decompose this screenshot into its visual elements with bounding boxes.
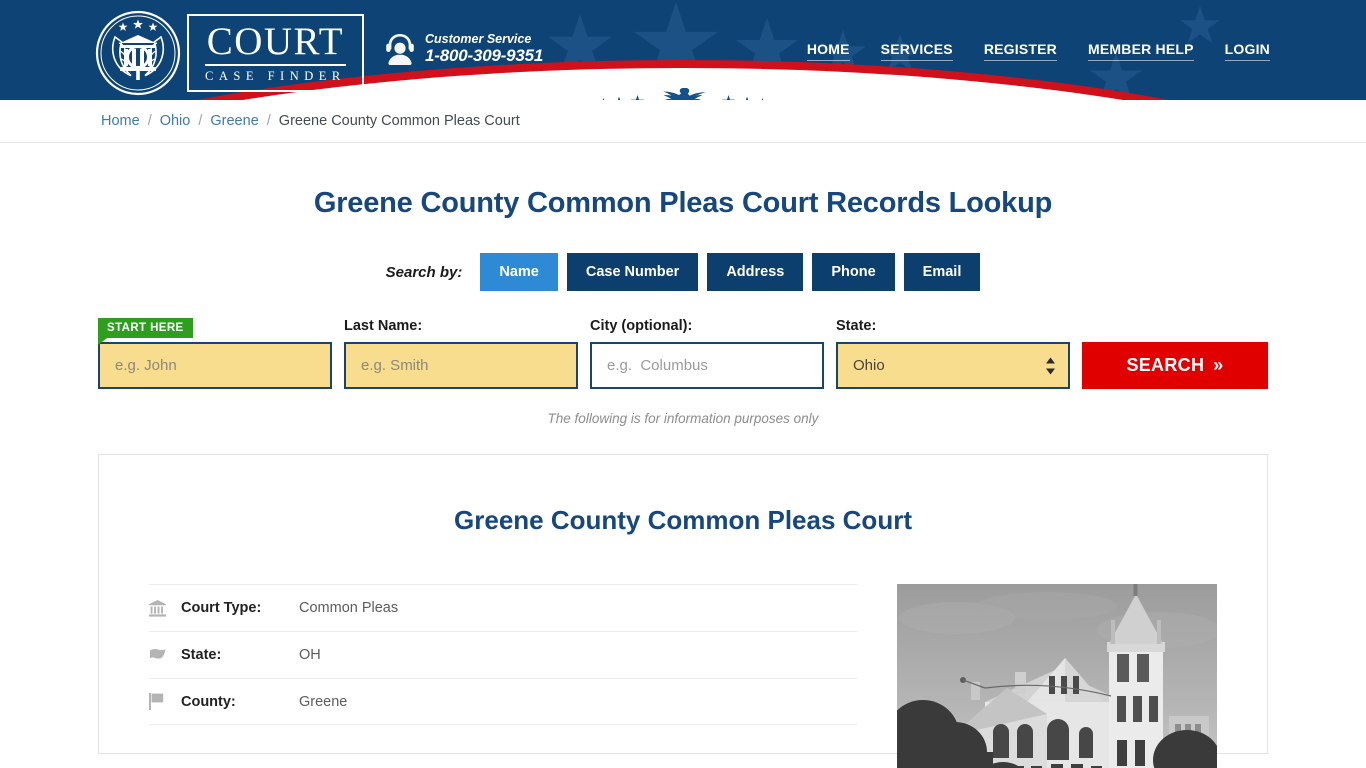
last-name-input[interactable]: [344, 342, 578, 389]
start-here-badge: START HERE: [98, 318, 193, 345]
table-row: State: OH: [149, 631, 857, 678]
tab-case-number[interactable]: Case Number: [566, 253, 699, 291]
bank-icon: [149, 599, 181, 617]
court-card-title: Greene County Common Pleas Court: [454, 505, 912, 535]
court-info-card: Greene County Common Pleas Court Court T…: [98, 454, 1268, 768]
search-form: START HERE First Name: Last Name: City (…: [0, 318, 1366, 389]
search-by-row: Search by: Name Case Number Address Phon…: [0, 253, 1366, 291]
table-row: Court Type: Common Pleas: [149, 584, 857, 631]
state-select[interactable]: Ohio: [836, 342, 1070, 389]
court-card-body: Court Type: Common Pleas State: OH Count…: [149, 584, 1217, 768]
search-button-label: SEARCH: [1126, 355, 1205, 375]
state-label: State:: [836, 318, 877, 334]
search-fields-row: First Name: Last Name: City (optional): …: [98, 318, 1268, 389]
nav-item-home[interactable]: HOME: [806, 41, 850, 61]
search-type-tabs: Name Case Number Address Phone Email: [480, 253, 981, 291]
county-value: Greene: [299, 693, 348, 710]
tab-email[interactable]: Email: [903, 253, 981, 291]
breadcrumb: Home / Ohio / Greene / Greene County Com…: [101, 113, 520, 129]
site-header: COURT CASE FINDER Customer Service 1-800…: [0, 0, 1366, 100]
state-detail-label: State:: [181, 647, 222, 663]
page-title: Greene County Common Pleas Court Records…: [313, 187, 1053, 219]
nav-item-services[interactable]: SERVICES: [880, 41, 953, 61]
flag-icon: [149, 693, 181, 710]
customer-service-block[interactable]: Customer Service 1-800-309-9351: [384, 32, 543, 66]
county-label: County:: [181, 693, 236, 710]
site-logo[interactable]: COURT CASE FINDER: [95, 10, 364, 96]
logo-subtitle: CASE FINDER: [205, 69, 346, 84]
breadcrumb-item-current: Greene County Common Pleas Court: [278, 113, 520, 129]
city-input[interactable]: [590, 342, 824, 389]
state-detail-value: OH: [299, 647, 321, 663]
city-label: City (optional):: [590, 318, 693, 334]
page-content: Greene County Common Pleas Court Records…: [0, 143, 1366, 768]
city-field-group: City (optional):: [590, 318, 824, 389]
tab-name[interactable]: Name: [480, 253, 558, 291]
logo-wordmark: COURT CASE FINDER: [187, 14, 364, 92]
breadcrumb-separator: /: [198, 113, 203, 129]
tab-phone[interactable]: Phone: [812, 253, 895, 291]
breadcrumb-item-ohio[interactable]: Ohio: [160, 113, 191, 129]
court-detail-table: Court Type: Common Pleas State: OH Count…: [149, 584, 857, 768]
customer-service-label: Customer Service: [425, 32, 532, 47]
logo-title: COURT: [205, 22, 346, 67]
main-navigation: HOME SERVICES REGISTER MEMBER HELP LOGIN: [806, 41, 1270, 61]
eagle-emblem-icon: [651, 86, 715, 100]
search-by-label: Search by:: [385, 263, 463, 281]
last-name-label: Last Name:: [344, 318, 423, 334]
courthouse-photo: [897, 584, 1217, 768]
court-seal-icon: [95, 10, 181, 96]
table-row: County: Greene: [149, 678, 857, 725]
breadcrumb-item-home[interactable]: Home: [101, 113, 140, 129]
nav-item-login[interactable]: LOGIN: [1224, 41, 1270, 61]
last-name-field-group: Last Name:: [344, 318, 578, 389]
breadcrumb-bar: Home / Ohio / Greene / Greene County Com…: [0, 100, 1366, 143]
nav-item-member-help[interactable]: MEMBER HELP: [1088, 41, 1194, 61]
double-chevron-right-icon: »: [1213, 355, 1224, 375]
nav-item-register[interactable]: REGISTER: [983, 41, 1057, 61]
customer-service-phone[interactable]: 1-800-309-9351: [425, 46, 543, 66]
state-field-group: State: Ohio: [836, 318, 1070, 389]
first-name-input[interactable]: [98, 342, 332, 389]
breadcrumb-separator: /: [266, 113, 271, 129]
breadcrumb-separator: /: [147, 113, 152, 129]
court-type-value: Common Pleas: [299, 600, 399, 616]
court-type-label: Court Type:: [181, 600, 262, 616]
tab-address[interactable]: Address: [707, 253, 804, 291]
breadcrumb-item-greene[interactable]: Greene: [210, 113, 258, 129]
information-disclaimer: The following is for information purpose…: [547, 411, 819, 426]
search-button[interactable]: SEARCH »: [1082, 342, 1268, 389]
map-state-icon: [149, 648, 181, 663]
headset-support-icon: [384, 32, 416, 66]
